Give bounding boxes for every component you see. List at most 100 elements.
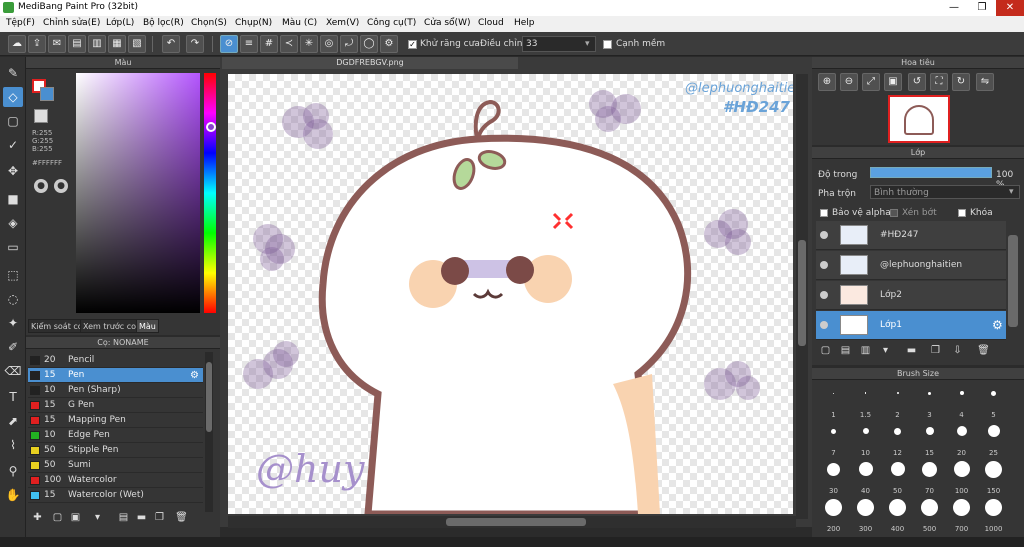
curve-snap-icon[interactable]: ⤾: [340, 35, 358, 53]
parallel-snap-icon[interactable]: ≡: [240, 35, 258, 53]
brush-size-option[interactable]: 40: [850, 460, 881, 496]
palette-icon[interactable]: ●: [34, 179, 48, 193]
tab-color[interactable]: Màu: [136, 319, 159, 333]
menu-edit[interactable]: Chỉnh sửa(E): [43, 18, 100, 28]
brush-tool-icon[interactable]: ✎: [3, 63, 23, 83]
drawing-canvas[interactable]: @lephuonghaitien #HĐ247 @huy: [228, 74, 793, 514]
background-color-swatch[interactable]: [40, 87, 54, 101]
brush-size-option[interactable]: 70: [914, 460, 945, 496]
maximize-button[interactable]: ❐: [968, 0, 996, 16]
menu-view[interactable]: Xem(V): [326, 18, 359, 28]
menu-file[interactable]: Tệp(F): [6, 18, 35, 28]
brush-size-option[interactable]: 150: [978, 460, 1009, 496]
gradient-tool-icon[interactable]: ▭: [3, 237, 23, 257]
menu-layer[interactable]: Lớp(L): [106, 18, 134, 28]
menu-filter[interactable]: Bộ lọc(R): [143, 18, 184, 28]
actual-size-icon[interactable]: ▣: [884, 73, 902, 91]
new-8bit-layer-icon[interactable]: ▥: [858, 343, 873, 358]
move-tool-icon[interactable]: ✥: [3, 161, 23, 181]
brush-row[interactable]: 15 Mapping Pen: [28, 413, 203, 428]
eyedropper-tool-icon[interactable]: ⌇: [3, 435, 23, 455]
brush-size-option[interactable]: 1.5: [850, 384, 881, 420]
brush-row[interactable]: 10 Edge Pen: [28, 428, 203, 443]
brush-scroll-thumb[interactable]: [206, 362, 212, 432]
hue-slider[interactable]: [204, 73, 216, 313]
rotate-left-icon[interactable]: ↺: [908, 73, 926, 91]
brush-size-option[interactable]: 100: [946, 460, 977, 496]
copy-brush-icon[interactable]: ▣: [68, 510, 83, 525]
menu-color[interactable]: Màu (C): [282, 18, 317, 28]
document-icon[interactable]: ▥: [88, 35, 106, 53]
canvas-vertical-thumb[interactable]: [798, 240, 806, 346]
brush-size-option[interactable]: 50: [882, 460, 913, 496]
brush-size-option[interactable]: 300: [850, 498, 881, 534]
document-tab[interactable]: DGDFREBGV.png: [222, 57, 518, 69]
import-brush-icon[interactable]: ▤: [116, 510, 131, 525]
zoom-in-icon[interactable]: ⊕: [818, 73, 836, 91]
layer-row[interactable]: Lớp2: [816, 281, 1006, 310]
new-halftone-layer-icon[interactable]: ▤: [838, 343, 853, 358]
brush-size-option[interactable]: 25: [978, 422, 1009, 458]
palette-add-icon[interactable]: ●: [54, 179, 68, 193]
layer-row[interactable]: #HĐ247: [816, 221, 1006, 250]
hue-marker[interactable]: [206, 122, 216, 132]
cross-snap-icon[interactable]: #: [260, 35, 278, 53]
new-brush-icon[interactable]: ▢: [50, 510, 65, 525]
lock-checkbox[interactable]: [958, 209, 966, 217]
brush-row[interactable]: 10 Pen (Sharp): [28, 383, 203, 398]
merge-layer-icon[interactable]: ⇩: [950, 343, 965, 358]
layer-row[interactable]: @lephuonghaitien: [816, 251, 1006, 280]
trash-icon[interactable]: 🗑: [976, 343, 991, 358]
brush-size-option[interactable]: 15: [914, 422, 945, 458]
clipping-checkbox[interactable]: [890, 209, 898, 217]
brush-size-option[interactable]: 2: [882, 384, 913, 420]
canvas-horizontal-thumb[interactable]: [446, 518, 586, 526]
fullscreen-icon[interactable]: ⛶: [930, 73, 948, 91]
folder-icon[interactable]: ▬: [134, 510, 149, 525]
saturation-value-picker[interactable]: [76, 73, 200, 313]
brush-row[interactable]: 50 Stipple Pen: [28, 443, 203, 458]
magic-wand-tool-icon[interactable]: ✦: [3, 313, 23, 333]
select-eraser-tool-icon[interactable]: ⌫: [3, 361, 23, 381]
menu-tools[interactable]: Công cụ(T): [367, 18, 416, 28]
menu-select[interactable]: Chọn(S): [191, 18, 227, 28]
new-layer-icon[interactable]: ▢: [818, 343, 833, 358]
brush-row[interactable]: 15 Pen ⚙: [28, 368, 203, 383]
tab-color-preview[interactable]: Xem trước co: [80, 319, 140, 333]
brush-size-option[interactable]: 4: [946, 384, 977, 420]
zoom-out-icon[interactable]: ⊖: [840, 73, 858, 91]
visibility-icon[interactable]: [820, 321, 828, 329]
fill-shape-tool-icon[interactable]: ■: [3, 189, 23, 209]
undo-icon[interactable]: ↶: [162, 35, 180, 53]
brush-row[interactable]: 100 Watercolor: [28, 473, 203, 488]
eyedropper-alt-tool-icon[interactable]: ⚲: [3, 461, 23, 481]
duplicate-layer-icon[interactable]: ❐: [928, 343, 943, 358]
layer-row-selected[interactable]: Lớp1 ⚙: [816, 311, 1006, 340]
menu-help[interactable]: Help: [514, 18, 535, 28]
brush-row[interactable]: 20 Pencil: [28, 353, 203, 368]
brush-size-option[interactable]: 30: [818, 460, 849, 496]
visibility-icon[interactable]: [820, 231, 828, 239]
brush-size-option[interactable]: 500: [914, 498, 945, 534]
share-icon[interactable]: ⇪: [28, 35, 46, 53]
comment-icon[interactable]: ✉: [48, 35, 66, 53]
lasso-tool-icon[interactable]: ◌: [3, 289, 23, 309]
duplicate-icon[interactable]: ❐: [152, 510, 167, 525]
settings-doc-icon[interactable]: ▧: [128, 35, 146, 53]
text-tool-icon[interactable]: T: [3, 387, 23, 407]
eraser-tool-icon[interactable]: ◇: [3, 87, 23, 107]
visibility-icon[interactable]: [820, 291, 828, 299]
antialias-checkbox[interactable]: ✓: [408, 40, 417, 49]
radial-snap-icon[interactable]: ✳: [300, 35, 318, 53]
minimize-button[interactable]: —: [940, 0, 968, 16]
soft-edge-checkbox[interactable]: [603, 40, 612, 49]
blend-select[interactable]: Bình thường ▾: [870, 185, 1020, 199]
brush-row[interactable]: 15 Watercolor (Wet): [28, 488, 203, 503]
layer-scroll-thumb[interactable]: [1008, 235, 1018, 327]
brush-size-option[interactable]: 5: [978, 384, 1009, 420]
add-brush-icon[interactable]: ✚: [30, 510, 45, 525]
rotate-right-icon[interactable]: ↻: [952, 73, 970, 91]
brush-size-option[interactable]: 700: [946, 498, 977, 534]
cloud-icon[interactable]: ☁: [8, 35, 26, 53]
menu-cloud[interactable]: Cloud: [478, 18, 504, 28]
